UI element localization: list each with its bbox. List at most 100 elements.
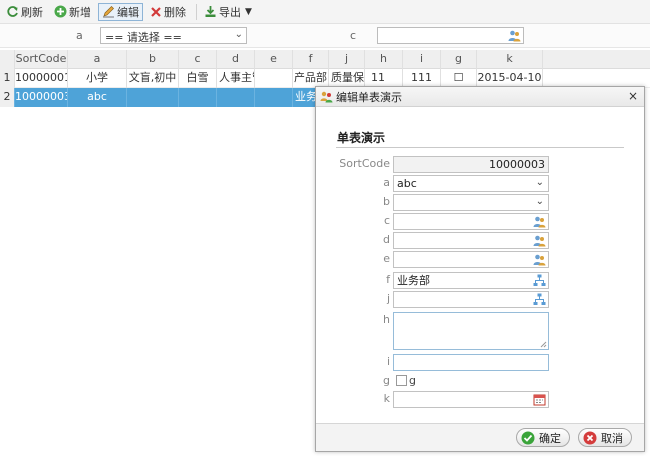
add-icon [54, 5, 67, 18]
d-input[interactable] [393, 232, 549, 249]
cell-d [217, 88, 255, 107]
dialog-title: 编辑单表演示 [336, 90, 402, 104]
col-header-b[interactable]: b [127, 50, 179, 69]
cell-c: 白雪 [179, 69, 217, 88]
edit-dialog: 编辑单表演示 × 单表演示 SortCode 10000003 a abc ⌄ … [315, 86, 645, 452]
grid-header-row: SortCode a b c d e f j h i g k [0, 50, 650, 69]
field-row-h: h [316, 312, 646, 350]
field-row-e: e [316, 251, 646, 268]
col-header-e[interactable]: e [255, 50, 293, 69]
h-textarea[interactable] [393, 312, 549, 350]
user-picker-icon[interactable] [533, 215, 546, 228]
field-row-b: b ⌄ [316, 194, 646, 211]
field-row-g: g g [316, 373, 646, 390]
field-row-a: a abc ⌄ [316, 175, 646, 192]
dialog-footer: 确定 取消 [316, 423, 644, 451]
field-row-i: i [316, 354, 646, 371]
calendar-icon[interactable] [533, 393, 546, 406]
export-dropdown-caret[interactable]: ▼ [245, 7, 252, 17]
org-tree-icon[interactable] [533, 293, 546, 306]
b-label: b [383, 195, 390, 208]
edit-button[interactable]: 编辑 [98, 2, 143, 21]
b-select[interactable]: ⌄ [393, 194, 549, 211]
k-label: k [383, 392, 390, 405]
toolbar-separator [196, 3, 197, 20]
row-number: 1 [0, 69, 15, 88]
org-tree-icon[interactable] [533, 274, 546, 287]
col-header-d[interactable]: d [217, 50, 255, 69]
c-input[interactable] [393, 213, 549, 230]
cell-sortcode: 10000001 [15, 69, 68, 88]
field-row-j: j [316, 291, 646, 308]
col-header-sortcode[interactable]: SortCode [15, 50, 68, 69]
g-checkbox-label: g [409, 374, 416, 387]
field-row-sortcode: SortCode 10000003 [316, 156, 646, 173]
resize-handle-icon[interactable] [540, 341, 547, 348]
col-header-g[interactable]: g [441, 50, 477, 69]
dialog-title-bar[interactable]: 编辑单表演示 [316, 87, 644, 107]
export-label: 导出 [219, 5, 241, 19]
toolbar: 刷新 新增 编辑 删除 导出 ▼ [0, 0, 650, 24]
user-picker-icon[interactable] [533, 253, 546, 266]
edit-label: 编辑 [117, 5, 139, 19]
col-header-c[interactable]: c [179, 50, 217, 69]
delete-button[interactable]: 删除 [146, 3, 190, 21]
c-label: c [383, 214, 390, 227]
sortcode-field[interactable]: 10000003 [393, 156, 549, 173]
col-header-k[interactable]: k [477, 50, 543, 69]
j-label: j [386, 292, 390, 305]
field-row-k: k [316, 391, 646, 408]
form-divider [336, 147, 624, 148]
refresh-label: 刷新 [21, 5, 43, 19]
edit-icon [103, 6, 114, 18]
k-date-input[interactable] [393, 391, 549, 408]
a-label: a [383, 176, 390, 189]
a-select[interactable]: abc ⌄ [393, 175, 549, 192]
cell-d: 人事主管 [217, 69, 255, 88]
col-header-a[interactable]: a [68, 50, 127, 69]
d-label: d [383, 233, 390, 246]
chevron-down-icon: ⌄ [535, 177, 544, 188]
check-icon [521, 431, 535, 444]
user-picker-icon[interactable] [508, 29, 521, 42]
a-value: abc [397, 177, 417, 190]
col-header-h[interactable]: h [365, 50, 403, 69]
g-checkbox[interactable] [396, 375, 407, 386]
cancel-button[interactable]: 取消 [578, 428, 632, 447]
sortcode-label: SortCode [339, 157, 390, 170]
delete-label: 删除 [164, 5, 186, 19]
ok-label: 确定 [539, 431, 561, 445]
export-icon [205, 6, 216, 17]
cell-b: 文盲,初中 [127, 69, 179, 88]
chevron-down-icon: ⌄ [535, 196, 544, 207]
users-icon [320, 91, 333, 103]
j-input[interactable] [393, 291, 549, 308]
refresh-button[interactable]: 刷新 [2, 3, 47, 21]
f-value: 业务部 [397, 274, 430, 287]
f-label: f [386, 273, 390, 286]
chevron-down-icon: ⌄ [234, 29, 243, 40]
close-icon[interactable]: × [628, 89, 638, 103]
export-button[interactable]: 导出 ▼ [200, 3, 256, 21]
delete-icon [151, 6, 161, 17]
col-header-j[interactable]: j [329, 50, 365, 69]
filter-c-label: c [350, 29, 357, 42]
e-input[interactable] [393, 251, 549, 268]
h-label: h [383, 313, 390, 326]
filter-c-input[interactable] [377, 27, 524, 44]
cell-e [255, 69, 293, 88]
ok-button[interactable]: 确定 [516, 428, 570, 447]
i-label: i [386, 355, 390, 368]
col-header-i[interactable]: i [403, 50, 441, 69]
add-button[interactable]: 新增 [50, 3, 95, 21]
i-input[interactable] [393, 354, 549, 371]
cancel-label: 取消 [601, 431, 623, 445]
user-picker-icon[interactable] [533, 234, 546, 247]
form-title: 单表演示 [337, 131, 386, 145]
filter-bar: a == 请选择 == ⌄ c [0, 24, 650, 48]
cancel-icon [583, 431, 597, 444]
e-label: e [383, 252, 390, 265]
f-input[interactable]: 业务部 [393, 272, 549, 289]
col-header-f[interactable]: f [293, 50, 329, 69]
filter-a-select[interactable]: == 请选择 == ⌄ [100, 27, 247, 44]
